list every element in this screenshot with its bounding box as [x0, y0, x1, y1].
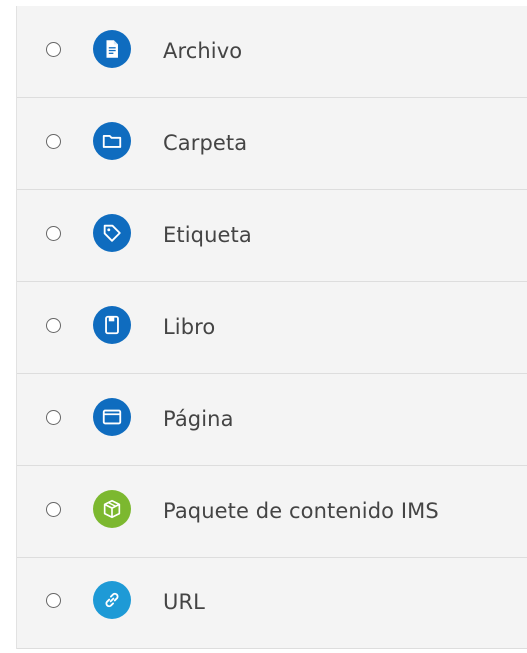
- page-window-icon: [93, 397, 131, 436]
- option-archivo[interactable]: Archivo: [17, 6, 527, 98]
- option-pagina[interactable]: Página: [17, 374, 527, 466]
- option-label: Archivo: [163, 38, 243, 63]
- activity-chooser: Archivo Carpeta Etiqueta Libro Página Pa…: [0, 0, 527, 653]
- option-label: URL: [163, 589, 205, 614]
- option-label: Paquete de contenido IMS: [163, 498, 439, 523]
- option-paquete-ims[interactable]: Paquete de contenido IMS: [17, 466, 527, 558]
- radio-button[interactable]: [46, 133, 61, 149]
- resource-options-list: Archivo Carpeta Etiqueta Libro Página Pa…: [16, 6, 527, 649]
- folder-icon: [93, 121, 131, 160]
- option-libro[interactable]: Libro: [17, 282, 527, 374]
- option-label: Libro: [163, 314, 216, 339]
- option-label: Página: [163, 406, 234, 431]
- radio-button[interactable]: [46, 593, 61, 608]
- option-carpeta[interactable]: Carpeta: [17, 98, 527, 190]
- book-icon: [93, 305, 131, 344]
- radio-button[interactable]: [46, 409, 61, 425]
- radio-button[interactable]: [46, 317, 61, 333]
- option-label: Etiqueta: [163, 222, 252, 247]
- radio-button[interactable]: [46, 225, 61, 241]
- option-etiqueta[interactable]: Etiqueta: [17, 190, 527, 282]
- file-icon: [93, 29, 131, 68]
- option-label: Carpeta: [163, 130, 248, 155]
- option-url[interactable]: URL: [17, 558, 527, 649]
- radio-button[interactable]: [46, 41, 61, 57]
- link-icon: [93, 581, 131, 619]
- package-box-icon: [93, 489, 131, 528]
- tag-icon: [93, 213, 131, 252]
- radio-button[interactable]: [46, 501, 61, 517]
